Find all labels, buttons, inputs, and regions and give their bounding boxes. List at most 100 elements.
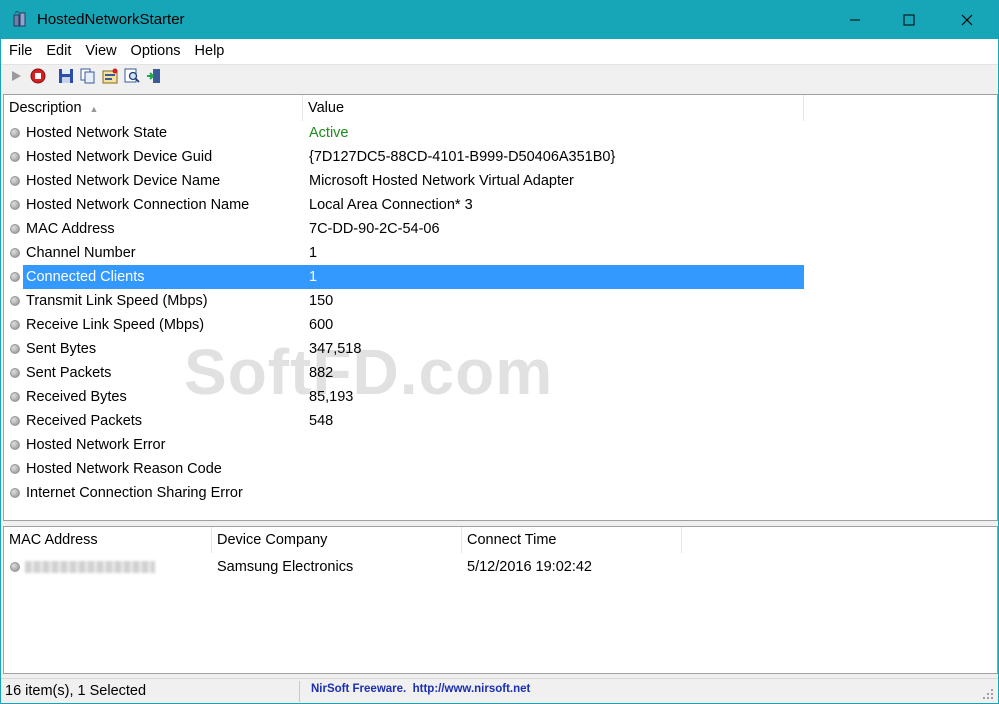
menu-view[interactable]: View [78, 39, 123, 64]
item-value: 882 [309, 365, 334, 381]
list-item[interactable]: Hosted Network Reason Code [4, 457, 997, 481]
item-value: 150 [309, 293, 334, 309]
sort-arrow-icon: ▲ [89, 104, 99, 114]
list-item[interactable]: Hosted Network Connection Name Local Area… [4, 193, 997, 217]
item-value: 1 [309, 269, 318, 285]
column-header-mac-address[interactable]: MAC Address [4, 527, 212, 553]
item-value: Microsoft Hosted Network Virtual Adapter [309, 173, 574, 189]
resize-grip-icon[interactable] [982, 688, 994, 700]
list-item[interactable]: MAC Address 7C-DD-90-2C-54-06 [4, 217, 997, 241]
column-header-label: Description [9, 100, 82, 116]
list-item[interactable]: Hosted Network State Active [4, 121, 997, 145]
bullet-icon [10, 392, 20, 402]
list-item[interactable]: Sent Packets 882 [4, 361, 997, 385]
bullet-icon [10, 176, 20, 186]
item-value: {7D127DC5-88CD-4101-B999-D50406A351B0} [309, 149, 616, 165]
bullet-icon [10, 416, 20, 426]
properties-list[interactable]: Description ▲ Value SoftFD.com Hosted Net… [3, 94, 998, 521]
close-button[interactable] [944, 1, 990, 39]
menu-edit[interactable]: Edit [39, 39, 78, 64]
bullet-icon [10, 152, 20, 162]
clients-list[interactable]: MAC Address Device Company Connect Time … [3, 526, 998, 674]
stop-icon [30, 68, 46, 87]
copy-button[interactable] [77, 67, 99, 89]
bullet-icon [10, 464, 20, 474]
column-header-label: Device Company [217, 532, 328, 548]
status-item-count: 16 item(s), 1 Selected [5, 683, 147, 699]
item-description: Receive Link Speed (Mbps) [26, 317, 205, 333]
list-rows: Hosted Network State Active Hosted Networ… [4, 121, 997, 505]
item-value: 347,518 [309, 341, 362, 357]
blurred-mac-address [25, 561, 155, 573]
list-item[interactable]: Hosted Network Error [4, 433, 997, 457]
client-company: Samsung Electronics [217, 559, 354, 575]
bullet-icon [10, 224, 20, 234]
item-value: Active [309, 125, 349, 141]
item-value: 548 [309, 413, 334, 429]
list-item[interactable]: Received Packets 548 [4, 409, 997, 433]
list-item[interactable]: Receive Link Speed (Mbps) 600 [4, 313, 997, 337]
find-button[interactable] [121, 67, 143, 89]
column-header-label: Connect Time [467, 532, 557, 548]
nirsoft-link[interactable]: NirSoft Freeware. http://www.nirsoft.net [311, 683, 530, 695]
bullet-icon [10, 344, 20, 354]
properties-button[interactable] [99, 67, 121, 89]
item-description: Internet Connection Sharing Error [26, 485, 243, 501]
window-title: HostedNetworkStarter [37, 11, 185, 28]
title-bar[interactable]: HostedNetworkStarter [1, 1, 998, 39]
exit-button[interactable] [143, 67, 165, 89]
item-value: 7C-DD-90-2C-54-06 [309, 221, 440, 237]
item-value: 600 [309, 317, 334, 333]
item-value: 85,193 [309, 389, 354, 405]
item-description: Received Packets [26, 413, 143, 429]
menu-options[interactable]: Options [124, 39, 188, 64]
bullet-icon [10, 296, 20, 306]
column-header-value[interactable]: Value [303, 95, 804, 121]
stop-button[interactable] [27, 67, 49, 89]
list-item[interactable]: Internet Connection Sharing Error [4, 481, 997, 505]
list-item-selected[interactable]: Connected Clients 1 [4, 265, 997, 289]
item-description: Received Bytes [26, 389, 127, 405]
item-description: Hosted Network Connection Name [26, 197, 250, 213]
list-item[interactable]: Channel Number 1 [4, 241, 997, 265]
properties-icon [102, 68, 118, 87]
item-description: Sent Bytes [26, 341, 97, 357]
save-button[interactable] [55, 67, 77, 89]
item-description: Channel Number [26, 245, 136, 261]
app-window: HostedNetworkStarter File Edit View Opti… [0, 0, 999, 704]
menu-file[interactable]: File [1, 39, 39, 64]
bullet-icon [10, 128, 20, 138]
item-value: Local Area Connection* 3 [309, 197, 473, 213]
item-description: Sent Packets [26, 365, 112, 381]
exit-icon [146, 68, 162, 87]
minimize-button[interactable] [832, 1, 878, 39]
bullet-icon [10, 562, 20, 572]
column-header-connect-time[interactable]: Connect Time [462, 527, 682, 553]
list-item[interactable]: Received Bytes 85,193 [4, 385, 997, 409]
client-connect-time: 5/12/2016 19:02:42 [467, 559, 592, 575]
list-item[interactable]: Sent Bytes 347,518 [4, 337, 997, 361]
list-item[interactable]: Hosted Network Device Guid {7D127DC5-88CD… [4, 145, 997, 169]
bullet-icon [10, 248, 20, 258]
column-header-description[interactable]: Description ▲ [4, 95, 303, 121]
app-icon [11, 10, 29, 29]
bullet-icon [10, 200, 20, 210]
start-icon [9, 69, 23, 86]
item-value: 1 [309, 245, 318, 261]
bullet-icon [10, 272, 20, 282]
maximize-button[interactable] [886, 1, 932, 39]
bullet-icon [10, 368, 20, 378]
client-row[interactable]: Samsung Electronics 5/12/2016 19:02:42 [4, 555, 997, 579]
item-description: Hosted Network State [26, 125, 168, 141]
column-header-device-company[interactable]: Device Company [212, 527, 462, 553]
list-item[interactable]: Transmit Link Speed (Mbps) 150 [4, 289, 997, 313]
column-header-label: Value [308, 100, 345, 116]
menu-help[interactable]: Help [188, 39, 232, 64]
list-item[interactable]: Hosted Network Device Name Microsoft Host… [4, 169, 997, 193]
start-button[interactable] [5, 67, 27, 89]
status-divider [299, 681, 300, 702]
bullet-icon [10, 320, 20, 330]
item-description: Connected Clients [23, 265, 303, 289]
save-icon [58, 68, 74, 87]
item-description: Transmit Link Speed (Mbps) [26, 293, 208, 309]
